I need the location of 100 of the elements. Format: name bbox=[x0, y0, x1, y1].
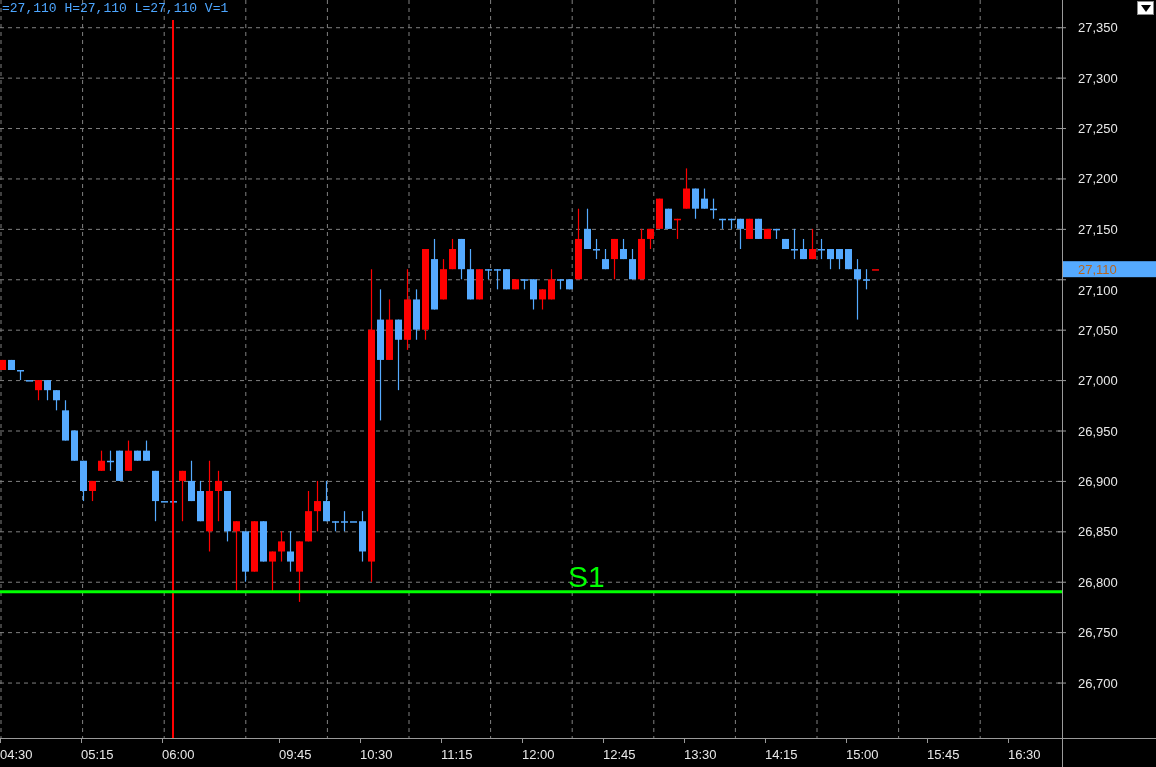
candlestick bbox=[638, 228, 645, 280]
candlestick bbox=[827, 248, 834, 270]
candlestick bbox=[539, 288, 546, 311]
dropdown-button[interactable] bbox=[1137, 1, 1154, 15]
candlestick bbox=[800, 238, 807, 260]
time-axis-label: 16:30 bbox=[1008, 747, 1041, 762]
time-axis-label: 05:15 bbox=[81, 747, 114, 762]
candlestick bbox=[665, 208, 672, 230]
candlestick bbox=[629, 248, 636, 280]
time-axis-label: 04:30 bbox=[0, 747, 33, 762]
price-axis-label: 27,150 bbox=[1078, 221, 1118, 237]
candlestick bbox=[575, 208, 582, 280]
candlestick bbox=[314, 480, 321, 532]
time-axis-label: 10:30 bbox=[360, 747, 393, 762]
time-axis-label: 11:15 bbox=[441, 747, 473, 762]
candlestick bbox=[530, 278, 537, 311]
candlestick bbox=[611, 238, 618, 280]
time-axis-label: 09:45 bbox=[279, 747, 312, 762]
candlestick bbox=[440, 258, 447, 301]
price-axis-label: 26,850 bbox=[1078, 524, 1118, 540]
candlestick bbox=[341, 510, 348, 532]
candlestick bbox=[791, 228, 798, 260]
candlestick bbox=[512, 278, 519, 290]
ohlc-readout: =27,110 H=27,110 L=27,110 V=1 bbox=[2, 1, 229, 17]
candlestick bbox=[620, 238, 627, 260]
candlestick bbox=[719, 218, 726, 230]
support-label: S1 bbox=[568, 559, 605, 593]
candlestick bbox=[656, 198, 663, 230]
candlestick bbox=[602, 248, 609, 270]
candlestick bbox=[62, 399, 69, 442]
candlestick bbox=[809, 228, 816, 260]
candlestick bbox=[755, 218, 762, 240]
time-axis-label: 06:00 bbox=[162, 747, 195, 762]
candlestick bbox=[503, 268, 510, 290]
price-axis-label: 27,100 bbox=[1078, 283, 1118, 299]
candlestick bbox=[854, 258, 861, 321]
candlestick bbox=[269, 550, 276, 593]
candlestick bbox=[332, 520, 339, 532]
candlestick bbox=[305, 490, 312, 542]
candlestick bbox=[287, 530, 294, 573]
candlestick bbox=[728, 218, 735, 230]
candlestick bbox=[701, 187, 708, 210]
time-axis-label: 14:15 bbox=[765, 747, 798, 762]
candlestick bbox=[242, 530, 249, 583]
caret-icon bbox=[1140, 4, 1151, 12]
candlestick bbox=[278, 530, 285, 563]
price-axis-label: 27,050 bbox=[1078, 322, 1118, 338]
candlestick bbox=[134, 450, 141, 462]
price-axis-label: 26,800 bbox=[1078, 574, 1118, 590]
candlestick bbox=[872, 268, 879, 271]
candlestick bbox=[485, 268, 492, 280]
candlestick bbox=[197, 480, 204, 522]
candlestick bbox=[98, 450, 105, 472]
candlestick bbox=[35, 379, 42, 401]
candlestick bbox=[836, 248, 843, 270]
candlestick bbox=[125, 439, 132, 472]
candlestick bbox=[107, 450, 114, 472]
price-axis-label: 26,750 bbox=[1078, 625, 1118, 641]
candlestick bbox=[116, 450, 123, 482]
candlestick bbox=[386, 298, 393, 361]
price-axis-label: 27,300 bbox=[1078, 70, 1118, 86]
candlestick bbox=[647, 228, 654, 250]
price-axis-label: 27,250 bbox=[1078, 121, 1118, 137]
candlestick bbox=[395, 319, 402, 391]
candlestick bbox=[251, 520, 258, 573]
candlestick bbox=[260, 520, 267, 563]
candlestick bbox=[557, 278, 564, 290]
candlestick bbox=[584, 208, 591, 250]
price-axis-label: 27,000 bbox=[1078, 373, 1118, 389]
candlestick bbox=[71, 429, 78, 462]
candlestick bbox=[17, 369, 24, 381]
candlestick bbox=[179, 470, 186, 522]
candlestick bbox=[782, 238, 789, 250]
candlestick bbox=[863, 268, 870, 290]
candlestick bbox=[0, 359, 6, 371]
candlestick bbox=[692, 187, 699, 220]
candlestick bbox=[8, 359, 15, 371]
candlestick bbox=[566, 278, 573, 290]
candlestick bbox=[359, 510, 366, 563]
candlestick bbox=[323, 480, 330, 522]
candlestick bbox=[737, 218, 744, 250]
price-axis-label: 26,900 bbox=[1078, 473, 1118, 489]
candlestick bbox=[215, 470, 222, 522]
candlestick bbox=[224, 490, 231, 542]
candlestick bbox=[764, 228, 771, 240]
candlestick bbox=[449, 238, 456, 270]
candlestick bbox=[143, 439, 150, 462]
candlestick bbox=[521, 278, 528, 290]
candlestick bbox=[773, 228, 780, 240]
candlestick bbox=[494, 268, 501, 290]
candlestick bbox=[26, 379, 33, 382]
current-price-tag: 27,110 bbox=[1063, 261, 1156, 278]
candlestick bbox=[593, 238, 600, 260]
candlestick bbox=[350, 520, 357, 523]
candlestick bbox=[467, 248, 474, 301]
price-axis-label: 27,200 bbox=[1078, 171, 1118, 187]
candlestick bbox=[458, 238, 465, 280]
candlestick bbox=[53, 389, 60, 411]
candlestick bbox=[89, 480, 96, 502]
time-axis-label: 15:45 bbox=[927, 747, 960, 762]
